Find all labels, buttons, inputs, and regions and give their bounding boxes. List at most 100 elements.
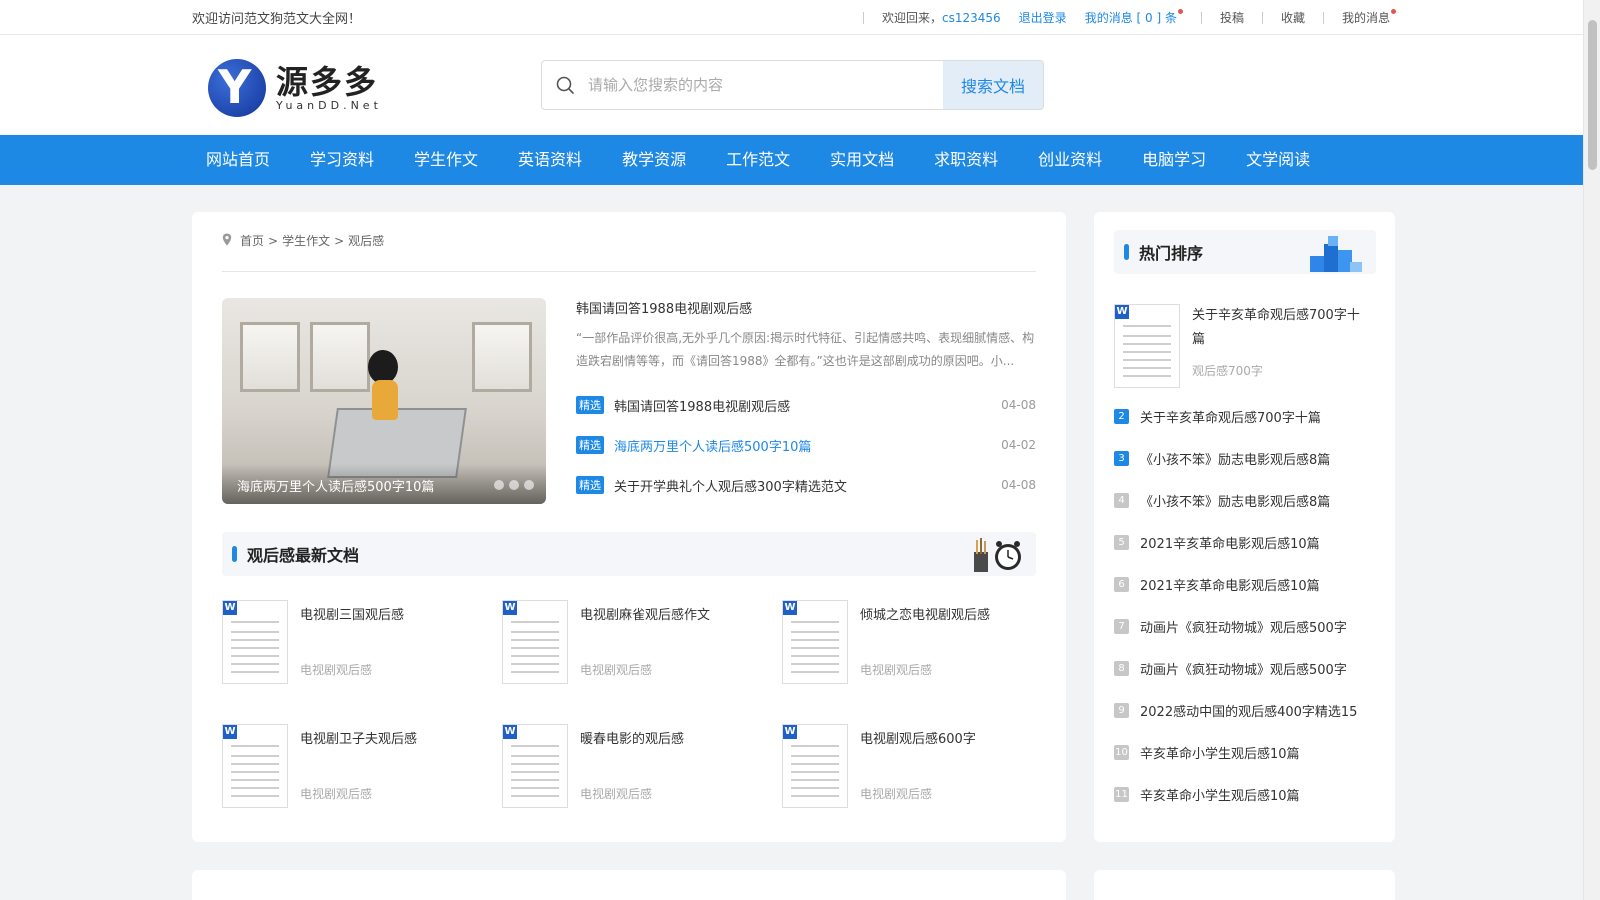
- doc-title[interactable]: 电视剧麻雀观后感作文: [580, 604, 710, 623]
- featured-tag: 精选: [576, 436, 604, 454]
- doc-title[interactable]: 电视剧卫子夫观后感: [300, 728, 417, 747]
- list-item[interactable]: 4 《小孩不笨》励志电影观后感8篇: [1114, 479, 1376, 521]
- list-item[interactable]: 5 2021辛亥革命电影观后感10篇: [1114, 521, 1376, 563]
- welcome-back-text: 欢迎回来，: [881, 11, 942, 25]
- hot-top-item[interactable]: W 关于辛亥革命观后感700字十篇 观后感700字: [1114, 304, 1372, 388]
- logout-link[interactable]: 退出登录: [1019, 9, 1067, 26]
- banner-illustration: [368, 350, 398, 384]
- list-item[interactable]: 2 关于辛亥革命观后感700字十篇: [1114, 395, 1376, 437]
- my-messages-label: 我的消息 [ 0 ] 条: [1084, 11, 1177, 25]
- rank-number: 4: [1114, 492, 1129, 508]
- breadcrumb-level2[interactable]: 观后感: [348, 232, 384, 249]
- nav-item-work[interactable]: 工作范文: [706, 135, 810, 185]
- list-item-title[interactable]: 《小孩不笨》励志电影观后感8篇: [1140, 449, 1330, 468]
- list-item[interactable]: 精选 关于开学典礼个人观后感300字精选范文 04-08: [576, 465, 1036, 505]
- breadcrumb-sep: >: [268, 233, 279, 248]
- list-item-title[interactable]: 2021辛亥革命电影观后感10篇: [1140, 533, 1320, 552]
- list-item[interactable]: 7 动画片《疯狂动物城》观后感500字: [1114, 605, 1376, 647]
- nav-item-study[interactable]: 学习资料: [290, 135, 394, 185]
- doc-category: 电视剧观后感: [580, 663, 653, 677]
- nav-item-english[interactable]: 英语资料: [498, 135, 602, 185]
- list-item[interactable]: 11 辛亥革命小学生观后感10篇: [1114, 773, 1376, 815]
- list-item[interactable]: 3 《小孩不笨》励志电影观后感8篇: [1114, 437, 1376, 479]
- hot-ranking-header: 热门排序: [1114, 230, 1376, 274]
- my-messages-short-link[interactable]: 我的消息: [1342, 9, 1396, 26]
- favorites-link[interactable]: 收藏: [1281, 9, 1305, 26]
- doc-title[interactable]: 倾城之恋电视剧观后感: [860, 604, 990, 623]
- featured-title[interactable]: 韩国请回答1988电视剧观后感: [576, 302, 752, 317]
- doc-card[interactable]: W 电视剧观后感600字 电视剧观后感: [782, 724, 1052, 808]
- banner-illustration: [472, 322, 532, 392]
- doc-category: 电视剧观后感: [300, 663, 373, 677]
- list-item[interactable]: 6 2021辛亥革命电影观后感10篇: [1114, 563, 1376, 605]
- list-item-title[interactable]: 2022感动中国的观后感400字精选15: [1140, 701, 1357, 720]
- site-logo[interactable]: Y 源多多 YuanDD.Net: [208, 59, 382, 117]
- nav-item-jobs[interactable]: 求职资料: [914, 135, 1018, 185]
- list-item-title[interactable]: 关于开学典礼个人观后感300字精选范文: [614, 476, 1001, 495]
- scrollbar-thumb[interactable]: [1588, 20, 1597, 170]
- submit-link[interactable]: 投稿: [1220, 9, 1244, 26]
- doc-card[interactable]: W 暖春电影的观后感 电视剧观后感: [502, 724, 782, 808]
- doc-title[interactable]: 暖春电影的观后感: [580, 728, 684, 747]
- location-pin-icon: [222, 233, 232, 249]
- nav-item-essays[interactable]: 学生作文: [394, 135, 498, 185]
- list-item[interactable]: 精选 韩国请回答1988电视剧观后感 04-08: [576, 385, 1036, 425]
- list-item[interactable]: 精选 海底两万里个人读后感500字10篇 04-02: [576, 425, 1036, 465]
- search-icon: [542, 61, 588, 109]
- doc-card[interactable]: W 电视剧麻雀观后感作文 电视剧观后感: [502, 600, 782, 684]
- divider: [1322, 11, 1324, 24]
- list-item-title[interactable]: 动画片《疯狂动物城》观后感500字: [1140, 617, 1347, 636]
- carousel-dot[interactable]: [524, 480, 534, 490]
- nav-item-practical[interactable]: 实用文档: [810, 135, 914, 185]
- list-item-title[interactable]: 辛亥革命小学生观后感10篇: [1140, 743, 1300, 762]
- rank-number: 8: [1114, 660, 1129, 676]
- list-item-title[interactable]: 《小孩不笨》励志电影观后感8篇: [1140, 491, 1330, 510]
- hot-top-title[interactable]: 关于辛亥革命观后感700字十篇: [1192, 304, 1372, 352]
- logo-cn-text: 源多多: [276, 62, 379, 101]
- search-button[interactable]: 搜索文档: [943, 61, 1043, 109]
- doc-card[interactable]: W 倾城之恋电视剧观后感 电视剧观后感: [782, 600, 1052, 684]
- list-item[interactable]: 10 辛亥革命小学生观后感10篇: [1114, 731, 1376, 773]
- word-doc-thumbnail-icon: W: [222, 600, 288, 684]
- nav-item-literature[interactable]: 文学阅读: [1226, 135, 1330, 185]
- doc-title[interactable]: 电视剧三国观后感: [300, 604, 404, 623]
- nav-item-computer[interactable]: 电脑学习: [1122, 135, 1226, 185]
- doc-title[interactable]: 电视剧观后感600字: [860, 728, 976, 747]
- search-input[interactable]: [588, 61, 943, 109]
- doc-card[interactable]: W 电视剧三国观后感电视剧观后感: [222, 600, 502, 684]
- doc-card[interactable]: W 电视剧卫子夫观后感 电视剧观后感: [222, 724, 502, 808]
- search-box: 搜索文档: [541, 60, 1044, 110]
- breadcrumb-home[interactable]: 首页: [240, 232, 264, 249]
- section-accent-bar: [1124, 244, 1129, 260]
- list-item-title[interactable]: 2021辛亥革命电影观后感10篇: [1140, 575, 1320, 594]
- list-item-date: 04-08: [1001, 478, 1036, 492]
- nav-item-teaching[interactable]: 教学资源: [602, 135, 706, 185]
- breadcrumb-sep: >: [334, 233, 345, 248]
- list-item-title[interactable]: 辛亥革命小学生观后感10篇: [1140, 785, 1300, 804]
- list-item-title[interactable]: 海底两万里个人读后感500字10篇: [614, 436, 1001, 455]
- list-item-date: 04-08: [1001, 398, 1036, 412]
- list-item-title[interactable]: 韩国请回答1988电视剧观后感: [614, 396, 1001, 415]
- section-title: 观后感最新文档: [247, 546, 360, 565]
- list-item-title[interactable]: 动画片《疯狂动物城》观后感500字: [1140, 659, 1347, 678]
- featured-article: 韩国请回答1988电视剧观后感 “一部作品评价很高,无外乎几个原因:揭示时代特征…: [576, 298, 1036, 505]
- my-messages-link[interactable]: 我的消息 [ 0 ] 条: [1085, 9, 1183, 26]
- featured-banner[interactable]: 海底两万里个人读后感500字10篇: [222, 298, 546, 504]
- list-item[interactable]: 9 2022感动中国的观后感400字精选15: [1114, 689, 1376, 731]
- main-content: 首页 > 学生作文 > 观后感 海底两万里个人读后感500字10篇 韩国请回答1…: [192, 212, 1066, 842]
- doc-category: 电视剧观后感: [300, 787, 373, 801]
- list-item-title[interactable]: 关于辛亥革命观后感700字十篇: [1140, 407, 1321, 426]
- banner-illustration: [240, 322, 300, 392]
- carousel-dot[interactable]: [509, 480, 519, 490]
- page-scrollbar[interactable]: [1583, 0, 1600, 900]
- top-links: 欢迎回来， cs123456 退出登录 我的消息 [ 0 ] 条 投稿 收藏 我…: [845, 9, 1396, 26]
- breadcrumb-level1[interactable]: 学生作文: [282, 232, 330, 249]
- word-doc-thumbnail-icon: W: [782, 724, 848, 808]
- username-link[interactable]: cs123456: [942, 11, 1001, 25]
- rank-number: 2: [1114, 408, 1129, 424]
- nav-item-home[interactable]: 网站首页: [186, 135, 290, 185]
- nav-item-startup[interactable]: 创业资料: [1018, 135, 1122, 185]
- carousel-dot[interactable]: [494, 480, 504, 490]
- list-item[interactable]: 8 动画片《疯狂动物城》观后感500字: [1114, 647, 1376, 689]
- bar-blocks-icon: [1310, 236, 1362, 272]
